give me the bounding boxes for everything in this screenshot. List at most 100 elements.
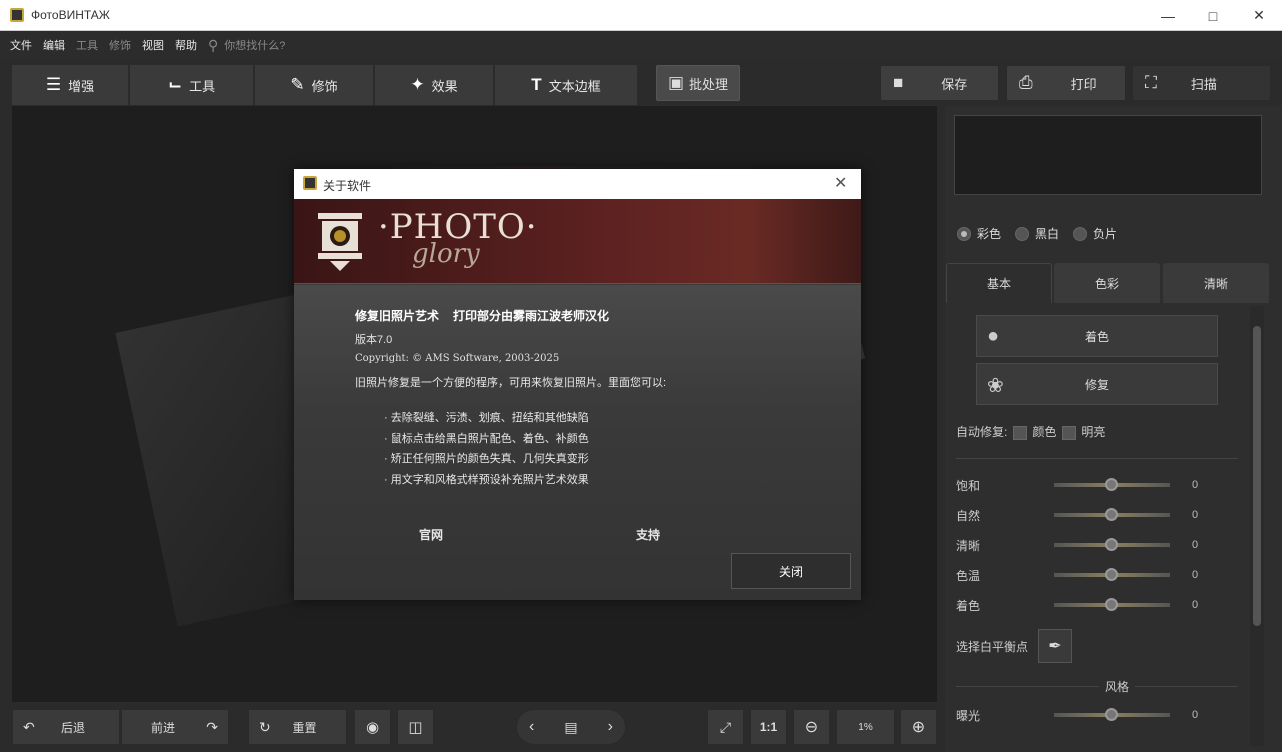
print-button[interactable]: ⎙ 打印 [1006, 65, 1126, 101]
right-panel: 彩色 黑白 负片 基本 色彩 清晰 ● 着色 ❀ 修复 自动修复: 颜色 明亮 饱和 0 … [945, 106, 1282, 752]
slider-clarity[interactable]: 清晰 0 [956, 535, 1236, 555]
dialog-close-icon[interactable]: ✕ [834, 173, 847, 193]
fit-screen-button[interactable]: ⤢ [707, 709, 744, 745]
app-full-name: 修复旧照片艺术 [355, 309, 440, 323]
menu-retouch[interactable]: 修饰 [109, 37, 131, 53]
slider-temperature[interactable]: 色温 0 [956, 565, 1236, 585]
mode-bw[interactable]: 黑白 [1015, 225, 1059, 242]
minimize-button[interactable]: — [1145, 0, 1191, 31]
magic-wand-icon: ✦ [410, 75, 425, 94]
about-dialog: 关于软件 ✕ ·PHOTO· glory 修复旧照片艺术 打印部分由雾雨江波老师汉… [294, 169, 861, 600]
tab-basic[interactable]: 基本 [946, 263, 1052, 303]
slider-label: 饱和 [956, 478, 981, 493]
menu-search[interactable]: ⚲ 你想找什么? [208, 37, 285, 54]
batch-button[interactable]: ▣ 批处理 [656, 65, 740, 101]
white-balance-label: 选择白平衡点 [956, 640, 1029, 654]
next-icon[interactable]: › [608, 718, 613, 736]
maximize-button[interactable]: □ [1190, 0, 1236, 31]
scan-label: 扫描 [1190, 76, 1217, 92]
preview-toggle-button[interactable]: ◉ [354, 709, 391, 745]
reset-button[interactable]: ↻ 重置 [248, 709, 347, 745]
save-button[interactable]: ■ 保存 [880, 65, 999, 101]
version-text: 版本7.0 [355, 334, 393, 346]
close-window-button[interactable]: ✕ [1236, 0, 1282, 31]
dialog-title-bar: 关于软件 ✕ [294, 169, 861, 199]
mode-color[interactable]: 彩色 [957, 225, 1001, 242]
slider-value: 0 [1192, 709, 1199, 721]
auto-bright-checkbox[interactable] [1062, 425, 1077, 440]
scrollbar-thumb[interactable] [1253, 326, 1261, 626]
slider-vibrance[interactable]: 自然 0 [956, 505, 1236, 525]
tab-color[interactable]: 色彩 [1054, 263, 1160, 303]
colorize-button[interactable]: ● 着色 [976, 315, 1218, 357]
mode-negative[interactable]: 负片 [1073, 225, 1117, 242]
auto-color-label: 颜色 [1032, 425, 1057, 439]
prev-icon[interactable]: ‹ [529, 718, 534, 736]
batch-label: 批处理 [689, 76, 729, 92]
style-section-header: 风格 [1099, 678, 1136, 695]
slider-tint[interactable]: 着色 0 [956, 595, 1236, 615]
bottom-toolbar: ↶ 后退 前进 ↷ ↻ 重置 ◉ ◫ ‹ ▤ › ⤢ 1:1 ⊖ 1% ⊕ [0, 702, 940, 752]
slider-knob[interactable] [1105, 708, 1118, 721]
dialog-body: 修复旧照片艺术 打印部分由雾雨江波老师汉化 版本7.0 Copyright: © … [294, 285, 861, 600]
slider-track[interactable] [1054, 538, 1170, 551]
slider-knob[interactable] [1105, 538, 1118, 551]
compare-button[interactable]: ◫ [397, 709, 434, 745]
tab-effects[interactable]: ✦ 效果 [375, 65, 494, 105]
auto-color-checkbox[interactable] [1013, 425, 1028, 440]
sliders-icon: ☰ [45, 75, 62, 94]
tab-enhance-label: 增强 [68, 78, 95, 94]
zoom-in-button[interactable]: ⊕ [900, 709, 937, 745]
slider-track[interactable] [1054, 568, 1170, 581]
slider-knob[interactable] [1105, 508, 1118, 521]
slider-exposure[interactable]: 曝光 0 [956, 705, 1236, 725]
tab-text-frame[interactable]: T 文本边框 [495, 65, 638, 105]
actual-size-button[interactable]: 1:1 [750, 709, 787, 745]
slider-knob[interactable] [1105, 568, 1118, 581]
tab-retouch[interactable]: ✎ 修饰 [255, 65, 374, 105]
zoom-value[interactable]: 1% [836, 709, 895, 745]
redo-button[interactable]: 前进 ↷ [121, 709, 229, 745]
slider-label: 着色 [956, 598, 981, 613]
menu-file[interactable]: 文件 [10, 37, 32, 53]
undo-button[interactable]: ↶ 后退 [12, 709, 120, 745]
dialog-close-button[interactable]: 关闭 [731, 553, 851, 589]
zoom-out-button[interactable]: ⊖ [793, 709, 830, 745]
eyedropper-button[interactable]: ✒ [1038, 629, 1072, 663]
tab-sharpness[interactable]: 清晰 [1163, 263, 1269, 303]
menu-view[interactable]: 视图 [142, 37, 164, 53]
minus-circle-icon: ⊖ [804, 719, 819, 736]
radio-icon [957, 226, 971, 241]
tab-enhance[interactable]: ☰ 增强 [12, 65, 129, 105]
slider-knob[interactable] [1105, 478, 1118, 491]
title-bar: ФотоВИНТАЖ — □ ✕ [0, 0, 1282, 31]
slider-track[interactable] [1054, 598, 1170, 611]
slider-label: 色温 [956, 568, 981, 583]
slider-track[interactable] [1054, 708, 1170, 721]
slider-value: 0 [1192, 479, 1199, 491]
undo-icon: ↶ [23, 718, 35, 735]
eye-icon: ◉ [365, 719, 380, 736]
website-link[interactable]: 官网 [419, 526, 443, 543]
tab-tools[interactable]: ⌙ 工具 [130, 65, 254, 105]
slider-track[interactable] [1054, 508, 1170, 521]
restore-button[interactable]: ❀ 修复 [976, 363, 1218, 405]
scan-button[interactable]: ⛶ 扫描 [1132, 65, 1271, 101]
print-label: 打印 [1070, 76, 1097, 92]
support-link[interactable]: 支持 [636, 526, 660, 543]
panel-scrollbar[interactable] [1250, 306, 1264, 746]
navigation-group: ‹ ▤ › [516, 709, 626, 745]
slider-saturation[interactable]: 饱和 0 [956, 475, 1236, 495]
menu-edit[interactable]: 编辑 [43, 37, 65, 53]
slider-value: 0 [1192, 539, 1199, 551]
text-icon: T [531, 75, 542, 94]
feature-item: · 鼠标点击给黑白照片配色、着色、补颜色 [384, 433, 589, 445]
slider-label: 清晰 [956, 538, 981, 553]
undo-label: 后退 [60, 720, 85, 735]
menu-help[interactable]: 帮助 [175, 37, 197, 53]
slider-track[interactable] [1054, 478, 1170, 491]
slider-knob[interactable] [1105, 598, 1118, 611]
folder-icon[interactable]: ▤ [564, 719, 577, 736]
menu-tools[interactable]: 工具 [76, 37, 98, 53]
histogram-preview [954, 115, 1262, 195]
